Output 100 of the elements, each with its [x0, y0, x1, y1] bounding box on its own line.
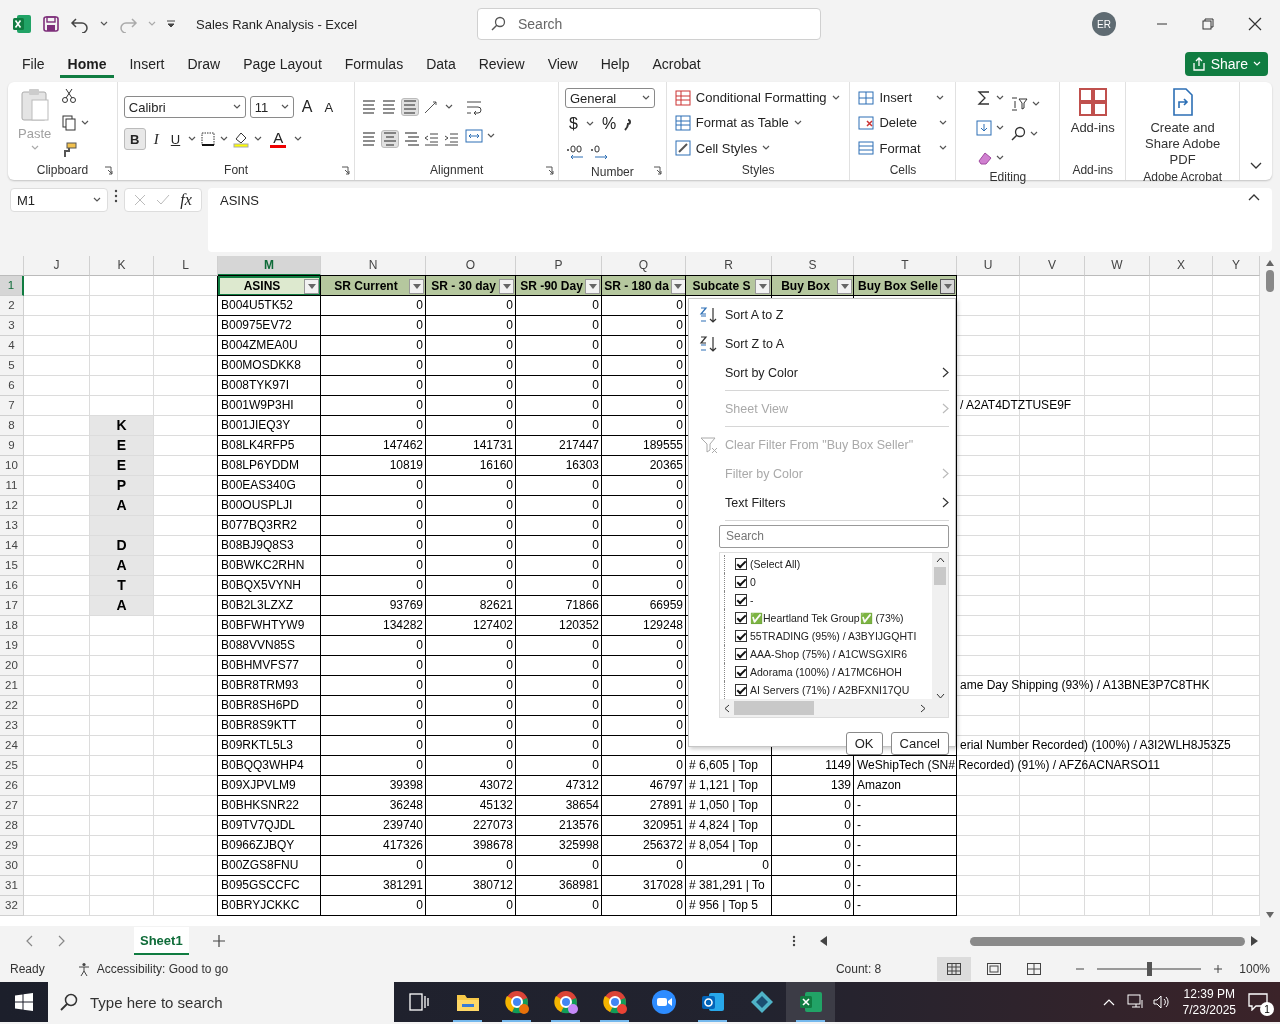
align-middle-icon[interactable] [381, 99, 398, 115]
menu-item[interactable]: Text Filters [697, 488, 949, 517]
filter-value[interactable]: (Select All) [724, 555, 801, 573]
row-header[interactable]: 12 [0, 496, 24, 516]
sort-ascending-icon[interactable] [699, 306, 719, 324]
row-header[interactable]: 18 [0, 616, 24, 636]
currency-button[interactable]: $ [565, 114, 582, 134]
filter-value[interactable]: 0 [724, 573, 756, 591]
scrollbar-thumb[interactable] [934, 567, 946, 585]
previous-sheet-icon[interactable] [26, 935, 34, 947]
ok-button[interactable]: OK [845, 732, 883, 755]
scroll-right-icon[interactable] [1251, 936, 1258, 946]
column-header[interactable]: K [90, 256, 154, 276]
next-sheet-icon[interactable] [58, 935, 66, 947]
row-header[interactable]: 20 [0, 656, 24, 676]
fill-down-icon[interactable] [975, 120, 992, 136]
font-size-dropdown[interactable]: 11 [249, 96, 294, 118]
caret-icon[interactable] [939, 120, 948, 126]
filter-value[interactable]: 55TRADING (95%) / A3BYIJGQHTI [724, 627, 917, 645]
restore-icon[interactable] [1202, 18, 1214, 30]
row-header[interactable]: 17 [0, 596, 24, 616]
increase-indent-icon[interactable] [443, 131, 460, 147]
styles-menu-button[interactable]: Format as Table [672, 113, 844, 133]
column-header[interactable]: V [1020, 256, 1085, 276]
column-header[interactable]: R [686, 256, 772, 276]
filter-value[interactable]: Adorama (100%) / A17MC6HOH [724, 663, 902, 681]
taskbar-search-field[interactable]: Type here to search [48, 982, 394, 1022]
column-header[interactable]: N [321, 256, 426, 276]
network-icon[interactable] [1126, 994, 1145, 1010]
column-header[interactable]: P [516, 256, 602, 276]
filter-dropdown-button[interactable] [670, 278, 686, 294]
ribbon-tab[interactable]: Page Layout [235, 50, 330, 78]
accessibility-icon[interactable] [76, 962, 91, 976]
ribbon-tab[interactable]: Insert [121, 50, 173, 78]
increase-decimal-icon[interactable] [565, 143, 585, 161]
cells-menu-button[interactable]: Delete [856, 113, 950, 133]
align-center-icon[interactable] [382, 131, 399, 147]
row-header[interactable]: 29 [0, 836, 24, 856]
diamond-app-icon[interactable] [749, 990, 774, 1014]
row-header[interactable]: 11 [0, 476, 24, 496]
clock-date[interactable]: 7/23/2025 [1182, 1002, 1236, 1018]
checkbox[interactable] [735, 648, 747, 660]
scrollbar-thumb[interactable] [734, 701, 814, 715]
scroll-up-icon[interactable] [1266, 260, 1274, 266]
row-header[interactable]: 19 [0, 636, 24, 656]
row-header[interactable]: 8 [0, 416, 24, 436]
ribbon-tab[interactable]: Draw [179, 50, 229, 78]
italic-button[interactable]: I [149, 129, 163, 149]
zoom-level[interactable]: 100% [1239, 962, 1270, 976]
scroll-left-icon[interactable] [820, 936, 827, 946]
browser-icon[interactable] [553, 990, 578, 1014]
column-header[interactable]: Y [1213, 256, 1260, 276]
caret-icon[interactable] [100, 21, 108, 27]
caret-icon[interactable] [294, 136, 303, 142]
row-header[interactable]: 15 [0, 556, 24, 576]
borders-icon[interactable] [200, 131, 217, 147]
add-sheet-icon[interactable] [212, 935, 225, 947]
row-header[interactable]: 26 [0, 776, 24, 796]
column-header[interactable]: U [957, 256, 1020, 276]
caret-icon[interactable] [995, 125, 1004, 131]
caret-icon[interactable] [280, 104, 289, 110]
filter-value[interactable]: AAA-Shop (75%) / A1CWSGXIR6 [724, 645, 907, 663]
insert-function-button[interactable]: fx [180, 191, 192, 209]
align-top-icon[interactable] [361, 99, 378, 115]
row-header[interactable]: 4 [0, 336, 24, 356]
ribbon-tab[interactable]: Formulas [336, 50, 412, 78]
browser-icon[interactable] [602, 990, 627, 1014]
column-header[interactable]: J [24, 256, 90, 276]
decrease-font-size-button[interactable]: A [320, 98, 338, 116]
search-field[interactable]: Search [477, 8, 821, 40]
caret-icon[interactable] [936, 94, 944, 101]
ribbon-tab[interactable]: Help [592, 50, 638, 78]
zoom-in-icon[interactable] [1213, 964, 1224, 974]
align-bottom-icon[interactable] [402, 99, 419, 115]
close-icon[interactable] [1248, 17, 1262, 31]
align-right-icon[interactable] [403, 131, 420, 147]
row-header[interactable]: 5 [0, 356, 24, 376]
clock-time[interactable]: 12:39 PM [1183, 986, 1235, 1002]
dialog-launcher-icon[interactable] [341, 166, 351, 175]
caret-icon[interactable] [831, 94, 840, 101]
zoom-slider-thumb[interactable] [1147, 962, 1153, 976]
normal-view-button[interactable] [937, 957, 972, 981]
row-header[interactable]: 3 [0, 316, 24, 336]
sort-descending-icon[interactable] [699, 335, 719, 353]
filter-value[interactable]: - [724, 591, 754, 609]
caret-icon[interactable] [995, 95, 1004, 101]
save-icon[interactable] [42, 15, 60, 33]
increase-font-size-button[interactable]: A [297, 97, 317, 117]
underline-button[interactable]: U [166, 130, 185, 148]
column-header[interactable]: W [1085, 256, 1150, 276]
row-header[interactable]: 23 [0, 716, 24, 736]
show-hidden-icons-icon[interactable] [1102, 998, 1115, 1006]
row-header[interactable]: 13 [0, 516, 24, 536]
decrease-decimal-icon[interactable] [589, 143, 609, 161]
font-color-button[interactable]: A [266, 129, 291, 149]
row-header[interactable]: 16 [0, 576, 24, 596]
row-header[interactable]: 9 [0, 436, 24, 456]
caret-icon[interactable] [188, 136, 197, 142]
cells-menu-button[interactable]: Format [856, 138, 950, 159]
fill-color-icon[interactable] [232, 130, 251, 148]
